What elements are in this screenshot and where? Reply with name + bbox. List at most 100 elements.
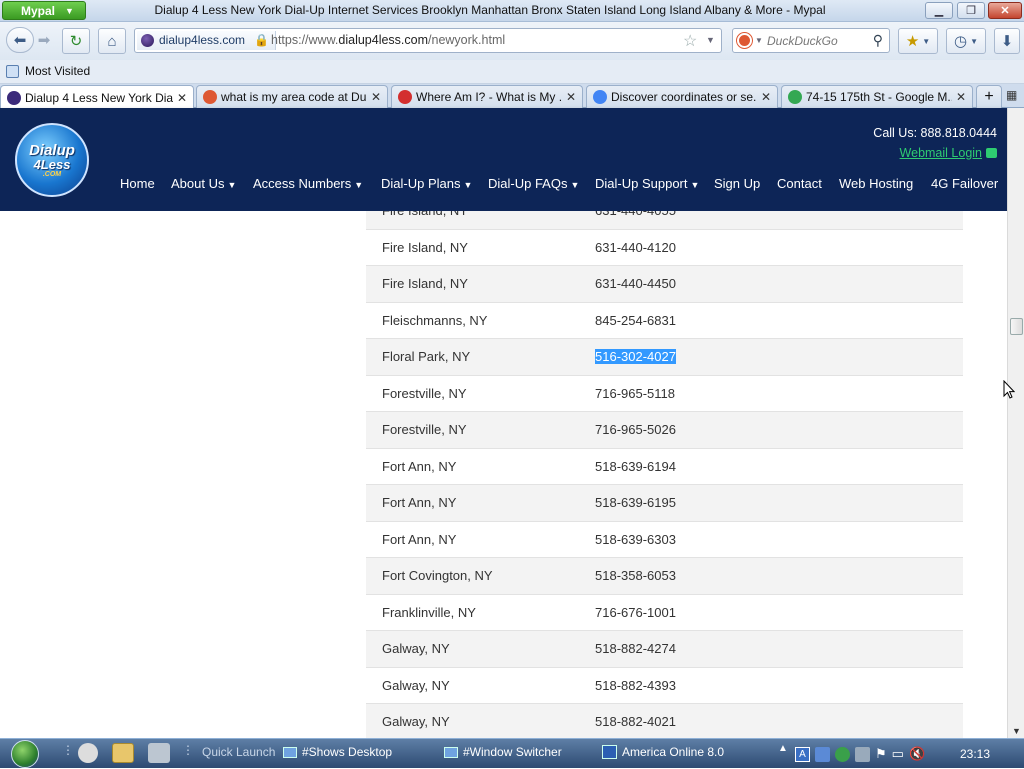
taskbar-explorer[interactable] bbox=[112, 743, 134, 763]
menu-sign-up[interactable]: Sign Up bbox=[714, 176, 760, 191]
phone-number-cell[interactable]: 845-254-6831 bbox=[595, 313, 676, 328]
tab-discover-coordinates[interactable]: Discover coordinates or se... ✕ bbox=[586, 85, 778, 108]
minimize-button[interactable]: ▁ bbox=[925, 2, 953, 19]
window-title: Dialup 4 Less New York Dial-Up Internet … bbox=[154, 3, 826, 17]
tab-label: Dialup 4 Less New York Dia... bbox=[25, 90, 173, 105]
menu-label: 4G Failover bbox=[931, 176, 999, 191]
close-tab-icon[interactable]: ✕ bbox=[956, 90, 966, 104]
forward-button[interactable]: ➡ bbox=[34, 29, 54, 51]
selected-phone-number[interactable]: 516-302-4027 bbox=[595, 349, 676, 364]
search-icon[interactable]: ⚲ bbox=[873, 32, 883, 49]
menu-dialup-plans[interactable]: Dial-Up Plans ▼ bbox=[381, 176, 472, 191]
tab-area-code[interactable]: what is my area code at Du... ✕ bbox=[196, 85, 388, 108]
close-tab-icon[interactable]: ✕ bbox=[177, 91, 187, 105]
close-tab-icon[interactable]: ✕ bbox=[761, 90, 771, 104]
menu-label: Dial-Up Support bbox=[595, 176, 688, 191]
plus-icon: + bbox=[984, 88, 994, 105]
call-us-phone[interactable]: Call Us: 888.818.0444 bbox=[873, 126, 997, 140]
close-tab-icon[interactable]: ✕ bbox=[371, 90, 381, 104]
phone-number-cell[interactable]: 518-882-4393 bbox=[595, 678, 676, 693]
start-button[interactable] bbox=[6, 739, 44, 769]
tab-strip: Dialup 4 Less New York Dia... ✕ what is … bbox=[0, 84, 1024, 109]
tab-label: 74-15 175th St - Google M... bbox=[806, 90, 952, 104]
duckduckgo-icon[interactable] bbox=[737, 33, 752, 48]
home-button[interactable]: ⌂ bbox=[98, 28, 126, 54]
show-hidden-icons-button[interactable]: ▲ bbox=[778, 743, 788, 754]
phone-number-cell[interactable]: 518-358-6053 bbox=[595, 568, 676, 583]
menu-dialup-faqs[interactable]: Dial-Up FAQs ▼ bbox=[488, 176, 579, 191]
phone-number-cell[interactable]: 631-440-4055 bbox=[595, 211, 676, 218]
phone-number-cell[interactable]: 716-676-1001 bbox=[595, 605, 676, 620]
tab-google-maps[interactable]: 74-15 175th St - Google M... ✕ bbox=[781, 85, 973, 108]
tab-where-am-i[interactable]: Where Am I? - What is My ... ✕ bbox=[391, 85, 583, 108]
phone-number-cell[interactable]: 518-639-6194 bbox=[595, 459, 676, 474]
maximize-button[interactable]: ❐ bbox=[957, 2, 985, 19]
table-row: Floral Park, NY 516-302-4027 bbox=[366, 338, 963, 375]
network-icon[interactable]: ▭ bbox=[892, 746, 904, 762]
menu-4g-failover[interactable]: 4G Failover bbox=[931, 176, 998, 191]
mouse-pointer-icon bbox=[1003, 380, 1015, 399]
menu-home[interactable]: Home bbox=[120, 176, 155, 191]
phone-number-cell[interactable]: 631-440-4120 bbox=[595, 240, 676, 255]
url-text: https://www.dialup4less.com/newyork.html bbox=[271, 33, 505, 47]
scrollbar-thumb[interactable] bbox=[1010, 318, 1023, 335]
menu-access-numbers[interactable]: Access Numbers ▼ bbox=[253, 176, 363, 191]
tray-a-icon[interactable]: A bbox=[795, 746, 810, 762]
close-tab-icon[interactable]: ✕ bbox=[566, 90, 576, 104]
menu-web-hosting[interactable]: Web Hosting bbox=[839, 176, 913, 191]
phone-number-cell[interactable]: 518-639-6195 bbox=[595, 495, 676, 510]
close-window-button[interactable]: ✕ bbox=[988, 2, 1022, 19]
volume-muted-icon[interactable]: 🔇 bbox=[909, 746, 925, 762]
new-tab-button[interactable]: + bbox=[976, 85, 1002, 108]
taskbar-item-label: America Online 8.0 bbox=[622, 745, 725, 759]
url-dropdown-icon[interactable]: ▼ bbox=[706, 35, 715, 45]
back-button[interactable]: ⬅ bbox=[6, 27, 34, 53]
bookmarks-menu-button[interactable]: ★ ▼ bbox=[898, 28, 938, 54]
list-all-tabs-icon[interactable]: ▦ bbox=[1006, 88, 1017, 102]
table-row: Galway, NY 518-882-4274 bbox=[366, 630, 963, 667]
city-cell: Fire Island, NY bbox=[382, 239, 468, 255]
tray-security-icon[interactable] bbox=[835, 746, 850, 762]
taskbar-clock[interactable]: 23:13 bbox=[960, 747, 990, 761]
site-identity-button[interactable]: dialup4less.com 🔒 bbox=[137, 31, 277, 50]
phone-number-cell[interactable]: 518-882-4021 bbox=[595, 714, 676, 729]
reload-button[interactable]: ↻ bbox=[62, 28, 90, 54]
menu-contact[interactable]: Contact bbox=[777, 176, 822, 191]
bookmark-most-visited[interactable]: Most Visited bbox=[6, 64, 90, 78]
menu-dialup-support[interactable]: Dial-Up Support ▼ bbox=[595, 176, 699, 191]
webmail-login-label: Webmail Login bbox=[899, 146, 982, 160]
window-title-bar: Mypal ▼ Dialup 4 Less New York Dial-Up I… bbox=[0, 0, 1024, 22]
tray-app-icon[interactable] bbox=[815, 746, 830, 762]
taskbar-shows-desktop[interactable]: #Shows Desktop bbox=[283, 745, 392, 759]
scroll-down-arrow-icon[interactable]: ▼ bbox=[1012, 726, 1021, 736]
search-box[interactable]: ▼ DuckDuckGo ⚲ bbox=[732, 28, 890, 53]
phone-number-cell[interactable]: 716-965-5118 bbox=[595, 386, 675, 401]
search-engine-dropdown-icon[interactable]: ▼ bbox=[755, 36, 763, 45]
taskbar-raccoon-app[interactable] bbox=[78, 743, 98, 763]
tab-label: Discover coordinates or se... bbox=[611, 90, 757, 104]
folder-bookmark-icon bbox=[6, 64, 19, 78]
bookmark-star-icon[interactable]: ☆ bbox=[683, 31, 697, 51]
phone-number-cell[interactable]: 716-965-5026 bbox=[595, 422, 676, 437]
phone-number-cell[interactable]: 631-440-4450 bbox=[595, 276, 676, 291]
tab-dialup4less[interactable]: Dialup 4 Less New York Dia... ✕ bbox=[0, 85, 194, 109]
taskbar-america-online[interactable]: America Online 8.0 bbox=[602, 745, 724, 759]
action-center-flag-icon[interactable]: ⚑ bbox=[875, 746, 887, 762]
lock-icon bbox=[986, 148, 997, 158]
history-button[interactable]: ◷ ▼ bbox=[946, 28, 986, 54]
app-menu-button[interactable]: Mypal ▼ bbox=[2, 1, 86, 20]
tray-device-icon[interactable] bbox=[855, 746, 870, 762]
vertical-scrollbar[interactable]: ▼ bbox=[1007, 108, 1024, 738]
taskbar-window-switcher[interactable]: #Window Switcher bbox=[444, 745, 562, 759]
webmail-login-link[interactable]: Webmail Login bbox=[900, 146, 997, 160]
url-bar[interactable]: dialup4less.com 🔒 https://www.dialup4les… bbox=[134, 28, 722, 53]
downloads-button[interactable]: ⬇ bbox=[994, 28, 1020, 54]
menu-about-us[interactable]: About Us ▼ bbox=[171, 176, 236, 191]
chevron-down-icon: ▼ bbox=[922, 36, 931, 46]
bookmark-label: Most Visited bbox=[25, 64, 91, 78]
table-row: Galway, NY 518-882-4393 bbox=[366, 666, 963, 704]
taskbar-network-app[interactable] bbox=[148, 743, 170, 763]
phone-number-cell[interactable]: 518-639-6303 bbox=[595, 532, 676, 547]
city-cell: Galway, NY bbox=[382, 714, 450, 729]
phone-number-cell[interactable]: 518-882-4274 bbox=[595, 641, 676, 656]
